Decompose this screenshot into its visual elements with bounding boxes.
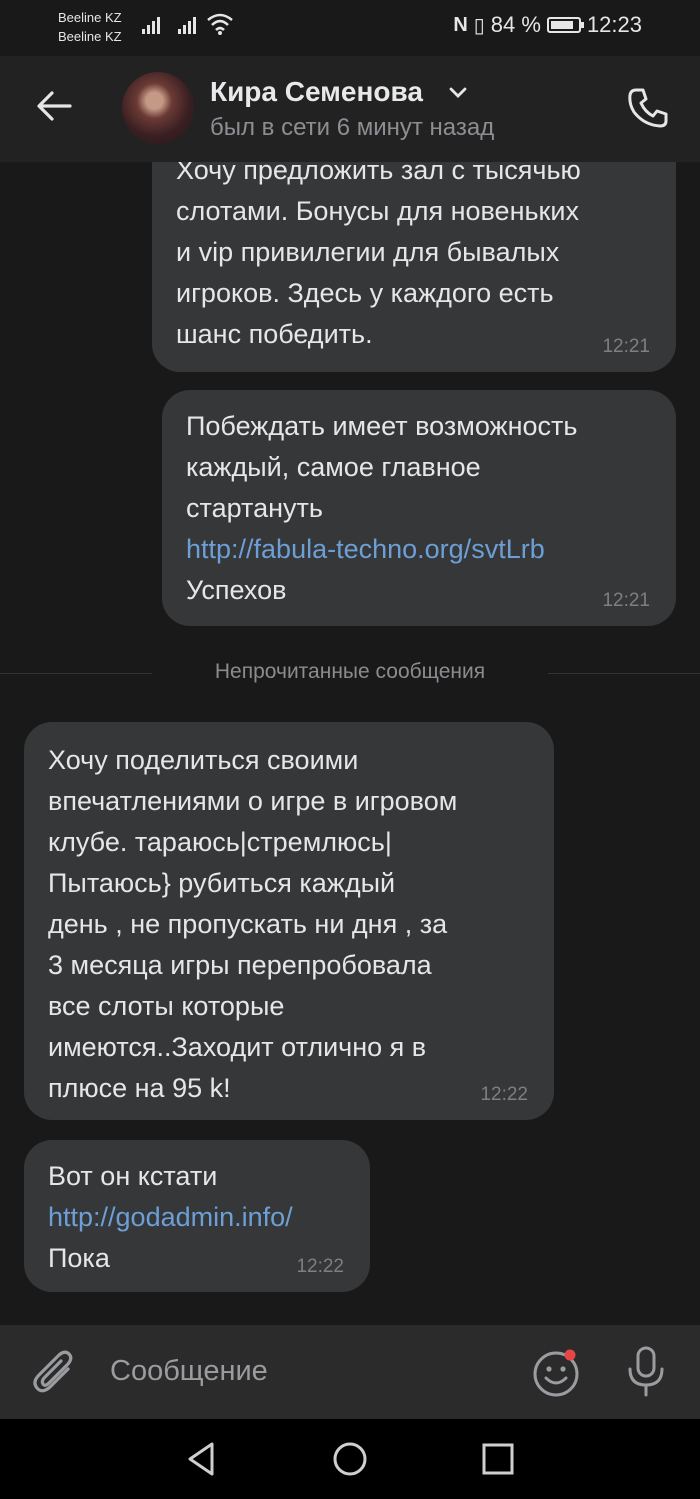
- signal-icon: [142, 17, 160, 34]
- message-input[interactable]: Сообщение: [110, 1355, 268, 1388]
- message-text: Побеждать имеет возможность каждый, само…: [186, 411, 578, 523]
- chevron-down-icon[interactable]: [448, 86, 468, 100]
- phone-icon[interactable]: [624, 84, 672, 132]
- avatar[interactable]: [122, 72, 194, 144]
- message-text: Хочу предложить зал с тысячью слотами. Б…: [176, 155, 581, 349]
- nfc-icon: N: [453, 13, 468, 36]
- battery-icon: [546, 17, 584, 33]
- message-bubble[interactable]: Побеждать имеет возможность каждый, само…: [162, 390, 676, 626]
- contact-name[interactable]: Кира Семенова: [210, 76, 423, 108]
- message-link[interactable]: http://fabula-techno.org/svtLrb: [186, 529, 676, 570]
- last-seen-status: был в сети 6 минут назад: [210, 114, 495, 141]
- clock: 12:23: [586, 12, 642, 37]
- carrier-1: Beeline KZ: [58, 10, 122, 25]
- message-link[interactable]: http://godadmin.info/: [48, 1197, 370, 1238]
- notification-dot: [564, 1349, 576, 1361]
- status-bar: Beeline KZ Beeline KZ N ▯ 84 % 12:23: [0, 0, 700, 56]
- wifi-icon: [207, 13, 233, 35]
- battery-percent: 84 %: [490, 12, 541, 37]
- back-arrow-icon[interactable]: [34, 86, 74, 126]
- navigation-bar: [0, 1419, 700, 1499]
- message-time: 12:22: [480, 1084, 528, 1105]
- message-bubble[interactable]: Вот он кстати http://godadmin.info/ Пока…: [24, 1140, 370, 1292]
- message-time: 12:22: [296, 1256, 344, 1277]
- message-bubble[interactable]: Хочу предложить зал с тысячью слотами. Б…: [152, 130, 676, 372]
- carrier-2: Beeline KZ: [58, 29, 122, 44]
- unread-divider: Непрочитанные сообщения: [0, 658, 700, 688]
- nav-recents-icon[interactable]: [480, 1439, 516, 1479]
- message-text: Хочу поделиться своими впечатлениями о и…: [48, 745, 458, 1103]
- nav-home-icon[interactable]: [330, 1439, 370, 1479]
- unread-divider-label: Непрочитанные сообщения: [214, 660, 486, 683]
- signal-icon: [178, 17, 196, 34]
- carrier-names: Beeline KZ Beeline KZ: [58, 8, 122, 46]
- chat-header: Кира Семенова был в сети 6 минут назад: [0, 56, 700, 162]
- message-bubble[interactable]: Хочу поделиться своими впечатлениями о и…: [24, 722, 554, 1120]
- nav-back-icon[interactable]: [184, 1439, 218, 1479]
- microphone-icon[interactable]: [624, 1345, 668, 1399]
- emoji-icon[interactable]: [530, 1347, 586, 1399]
- message-composer: Сообщение: [0, 1325, 700, 1419]
- vibrate-icon: ▯: [473, 14, 485, 37]
- attach-icon[interactable]: [30, 1347, 80, 1399]
- message-time: 12:21: [602, 336, 650, 357]
- message-text: Вот он кстати: [48, 1161, 218, 1191]
- message-time: 12:21: [602, 590, 650, 611]
